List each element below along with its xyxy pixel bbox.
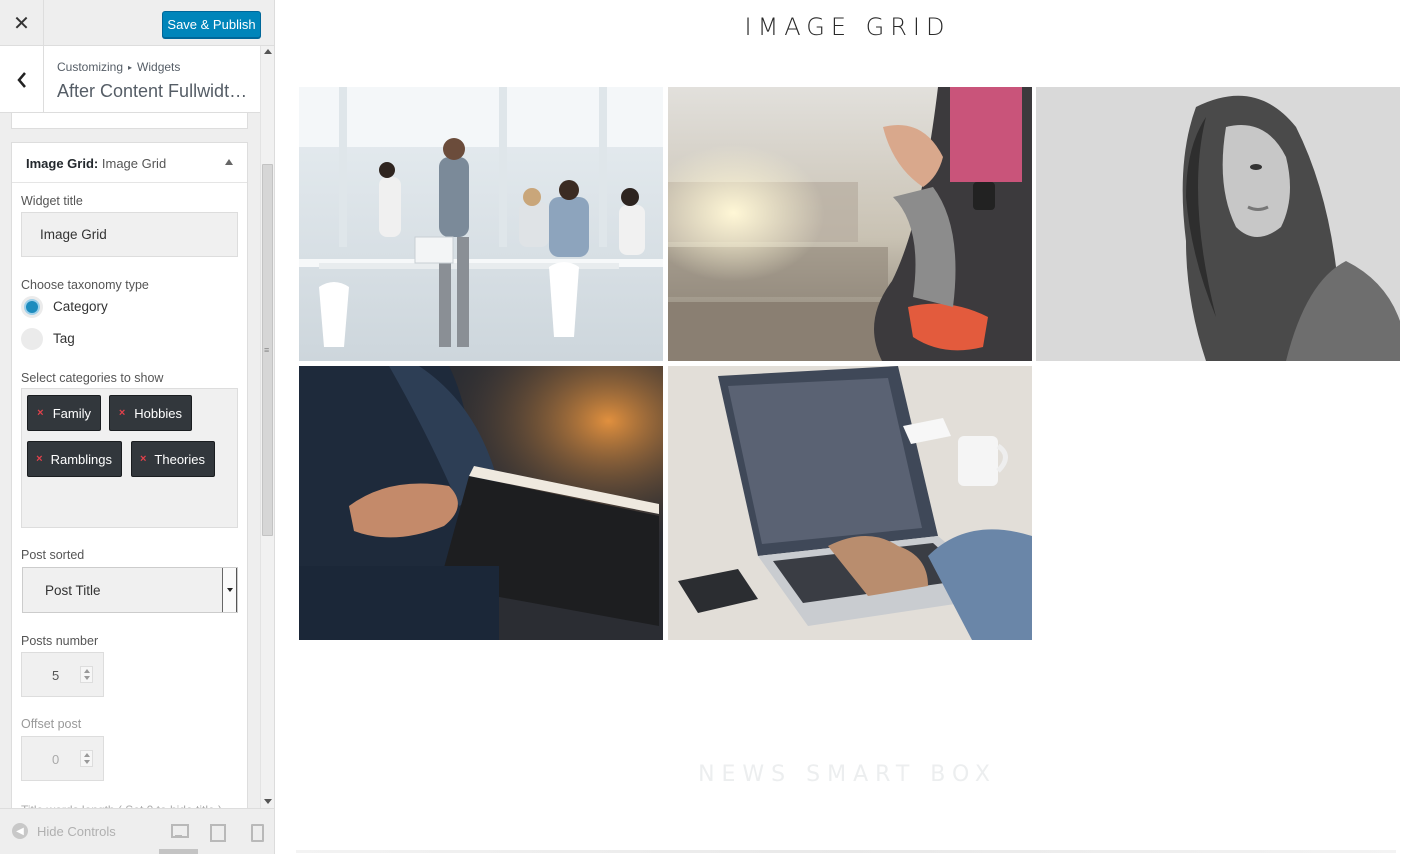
offset-post-input[interactable]: 0 bbox=[21, 736, 104, 781]
widget-header[interactable]: Image Grid: Image Grid bbox=[12, 143, 247, 183]
hide-controls-button[interactable]: Hide Controls bbox=[37, 824, 116, 839]
save-publish-button[interactable]: Save & Publish bbox=[162, 11, 261, 38]
chip-label: Theories bbox=[154, 451, 205, 467]
news-smart-box-heading: NEWS SMART BOX bbox=[698, 762, 997, 787]
chip-label: Family bbox=[52, 405, 91, 421]
widget-title-input[interactable]: Image Grid bbox=[21, 212, 238, 257]
taxonomy-label: Choose taxonomy type bbox=[21, 278, 149, 292]
chevron-left-icon bbox=[16, 71, 26, 88]
tablet-icon[interactable] bbox=[210, 824, 226, 842]
offset-post-value: 0 bbox=[52, 752, 60, 767]
category-chip-ramblings: × Ramblings bbox=[27, 441, 122, 477]
widget-instance-title: Image Grid bbox=[101, 156, 167, 171]
reading-book-image bbox=[299, 366, 663, 640]
back-arrow-icon[interactable] bbox=[0, 46, 44, 113]
customizer-footer: ◀ Hide Controls bbox=[0, 808, 274, 854]
categories-label: Select categories to show bbox=[21, 371, 164, 385]
posts-number-input[interactable]: 5 bbox=[21, 652, 104, 697]
remove-icon[interactable]: × bbox=[110, 407, 134, 419]
image-grid-heading: IMAGE GRID bbox=[744, 13, 951, 41]
panel-scrollbar[interactable]: ≡ bbox=[260, 46, 274, 808]
previous-widget-bottom bbox=[11, 113, 248, 129]
runner-lake-image bbox=[668, 87, 1032, 361]
post-sorted-value: Post Title bbox=[45, 582, 101, 598]
laptop-typing-image bbox=[668, 366, 1032, 640]
desktop-icon[interactable] bbox=[171, 824, 189, 839]
breadcrumb-current: Widgets bbox=[137, 60, 181, 74]
laptop-typing-photo[interactable] bbox=[668, 366, 1032, 640]
breadcrumb: Customizing ▸ Widgets bbox=[57, 60, 180, 74]
woman-portrait-image bbox=[1036, 87, 1400, 361]
widget-title-label: Widget title bbox=[21, 194, 83, 208]
scroll-up-arrow-icon[interactable] bbox=[264, 49, 272, 54]
remove-icon[interactable]: × bbox=[28, 453, 51, 465]
categories-multiselect[interactable]: × Family × Hobbies × Ramblings × Theories bbox=[21, 388, 238, 528]
posts-number-label: Posts number bbox=[21, 634, 99, 648]
collapse-arrow-icon[interactable] bbox=[225, 159, 233, 165]
woman-portrait-photo[interactable] bbox=[1036, 87, 1400, 361]
breadcrumb-separator-icon: ▸ bbox=[128, 63, 133, 72]
widget-type-label: Image Grid: bbox=[26, 156, 99, 171]
category-chip-theories: × Theories bbox=[131, 441, 215, 477]
chip-label: Hobbies bbox=[134, 405, 182, 421]
grip-icon: ≡ bbox=[264, 345, 269, 355]
mobile-icon[interactable] bbox=[251, 824, 267, 842]
dropdown-arrow-icon[interactable] bbox=[222, 568, 237, 612]
posts-number-value: 5 bbox=[52, 668, 60, 683]
chip-label: Ramblings bbox=[50, 451, 112, 467]
next-section-top-edge bbox=[296, 850, 1396, 853]
number-spinner-icon[interactable] bbox=[80, 750, 93, 767]
office-meeting-image bbox=[299, 87, 663, 361]
offset-post-label: Offset post bbox=[21, 717, 82, 731]
number-spinner-icon[interactable] bbox=[80, 666, 93, 683]
scrollbar-thumb[interactable]: ≡ bbox=[262, 164, 273, 536]
post-sorted-select[interactable]: Post Title bbox=[22, 567, 238, 613]
radio-tag[interactable] bbox=[21, 328, 43, 350]
remove-icon[interactable]: × bbox=[28, 407, 53, 419]
customizer-header: ✕ Save & Publish bbox=[0, 0, 274, 46]
section-title: After Content Fullwidth Area bbox=[57, 81, 253, 101]
breadcrumb-root: Customizing bbox=[57, 60, 124, 74]
post-sorted-label: Post sorted bbox=[21, 548, 85, 562]
radio-category[interactable] bbox=[21, 296, 43, 318]
customizer-sidebar: ✕ Save & Publish Customizing ▸ Widgets Aft… bbox=[0, 0, 275, 854]
category-chip-hobbies: × Hobbies bbox=[109, 395, 192, 431]
section-header: Customizing ▸ Widgets After Content Fullwi… bbox=[0, 46, 260, 113]
reading-book-photo[interactable] bbox=[299, 366, 663, 640]
remove-icon[interactable]: × bbox=[132, 453, 154, 465]
radio-category-label: Category bbox=[53, 299, 108, 314]
category-chip-family: × Family bbox=[27, 395, 101, 431]
active-device-indicator bbox=[159, 849, 198, 854]
runner-lake-photo[interactable] bbox=[668, 87, 1032, 361]
hide-controls-icon[interactable]: ◀ bbox=[12, 823, 28, 839]
close-icon[interactable]: ✕ bbox=[0, 0, 44, 46]
radio-tag-label: Tag bbox=[53, 331, 75, 346]
scroll-down-arrow-icon[interactable] bbox=[264, 799, 272, 804]
site-preview: IMAGE GRID NEWS SMART BOX bbox=[276, 0, 1419, 854]
office-meeting-photo[interactable] bbox=[299, 87, 663, 361]
